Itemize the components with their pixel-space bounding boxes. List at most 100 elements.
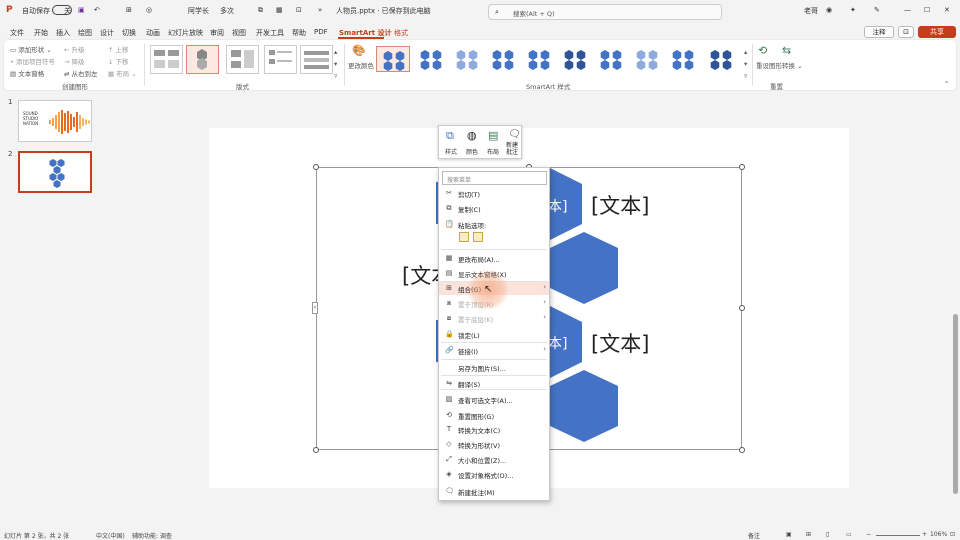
gallery-up-icon[interactable]: ▴ [334,48,337,56]
pen-icon[interactable]: ✎ [874,6,880,14]
right-to-left-button[interactable]: ⇄ 从右到左 [64,68,98,78]
text-pane-button[interactable]: ▤ 文本窗格 [10,68,44,78]
demote-button[interactable]: → 降级 [64,56,85,66]
zoom-out-icon[interactable]: − [866,531,871,538]
zoom-in-icon[interactable]: + [922,531,927,538]
gallery-more-icon[interactable]: ▿ [334,72,337,80]
smartart-style-option[interactable] [666,46,700,72]
styles-down-icon[interactable]: ▾ [744,60,747,68]
context-menu-item[interactable]: ◈ 设置对象格式(O)... [439,467,549,481]
smartart-style-option[interactable] [450,46,484,72]
close-icon[interactable]: ✕ [944,6,950,14]
layout-option-5[interactable] [300,45,333,74]
tab-slideshow[interactable]: 幻灯片放映 [168,28,203,38]
collapse-ribbon-icon[interactable]: ⌃ [944,80,949,88]
add-bullet-button[interactable]: • 添加项目符号 [10,56,55,66]
convert-button[interactable]: 转换 ⌄ [782,60,803,70]
shape-icon[interactable]: ◎ [146,6,152,14]
layout-button[interactable]: ▦ 布局 ⌄ [108,68,137,78]
mini-layout-button[interactable]: 布局 [487,147,499,156]
draw-label[interactable]: 多次 [220,6,234,16]
color-icon[interactable]: ◍ [467,129,477,142]
paste-picture-icon[interactable] [473,232,483,242]
layout-option-1[interactable] [150,45,183,74]
smartart-text-right-bottom[interactable]: [文本] [591,328,649,358]
gallery-down-icon[interactable]: ▾ [334,60,337,68]
smartart-style-option[interactable] [486,46,520,72]
tab-draw[interactable]: 绘图 [78,28,92,38]
tab-review[interactable]: 审阅 [210,28,224,38]
qa-icon-a[interactable]: ⧉ [258,6,263,15]
menu-search-input[interactable]: 搜索菜单 [442,171,547,185]
minimize-icon[interactable]: — [904,6,911,14]
maximize-icon[interactable]: ☐ [924,6,930,14]
scrollbar-thumb[interactable] [953,314,958,494]
styles-more-icon[interactable]: ▿ [744,72,747,80]
fit-slide-icon[interactable]: ⊡ [950,531,955,538]
new-icon[interactable]: ⊞ [126,6,132,14]
tab-format[interactable]: 格式 [394,28,408,38]
vertical-scrollbar[interactable] [952,100,958,520]
present-label[interactable]: 阿学长 [188,6,209,16]
tab-file[interactable]: 文件 [10,28,24,38]
smartart-style-option[interactable] [376,46,410,72]
layout-icon[interactable]: ▤ [488,129,498,142]
tab-developer[interactable]: 开发工具 [256,28,284,38]
context-menu-item[interactable]: ⇋ 翻译(S) [439,376,549,390]
context-menu-item[interactable]: ⧉ 复制(C) [439,201,549,215]
slideshow-icon[interactable]: ▭ [846,531,852,538]
context-menu-item[interactable]: 另存为图片(S)... [439,360,549,374]
zoom-slider[interactable] [876,535,920,536]
context-menu-item[interactable]: ⧇ 置于底层(K) › [439,311,549,325]
style-icon[interactable]: ⧉ [446,129,454,143]
accessibility-status[interactable]: 辅助功能: 调查 [132,531,172,540]
smartart-text-right-top[interactable]: [文本] [591,190,649,220]
context-menu-item[interactable]: 📋 粘贴选项: [439,217,549,231]
paste-keep-format-icon[interactable] [459,232,469,242]
tab-design[interactable]: 设计 [100,28,114,38]
reading-view-icon[interactable]: ▯ [826,531,829,538]
resize-handle[interactable] [313,447,319,453]
tab-transitions[interactable]: 切换 [122,28,136,38]
promote-button[interactable]: ← 升级 [64,44,85,54]
mini-color-button[interactable]: 颜色 [466,147,478,156]
resize-handle[interactable] [739,305,745,311]
layout-option-hexagon[interactable] [186,45,219,74]
context-menu-item[interactable]: 🔗 链接(I) › [439,343,549,357]
context-menu-item[interactable]: ✂ 剪切(T) [439,186,549,200]
slide-thumbnail-1[interactable]: SOUND STUDIO NATION [18,100,92,142]
move-up-button[interactable]: ↑ 上移 [108,44,129,54]
smartart-style-option[interactable] [630,46,664,72]
tab-view[interactable]: 视图 [232,28,246,38]
share-button[interactable]: 共享 [918,26,956,38]
search-box[interactable]: ⌕ 搜索(Alt + Q) [488,4,722,20]
new-comment-icon[interactable]: 🗨 [508,129,521,140]
resize-handle[interactable] [739,447,745,453]
smartart-style-option[interactable] [558,46,592,72]
comment-button[interactable]: 注释 [864,26,894,38]
smartart-style-option[interactable] [704,46,738,72]
avatar[interactable]: ◉ [826,6,832,14]
tab-pdf[interactable]: PDF [314,28,328,36]
text-pane-toggle[interactable]: ‹ [312,302,318,314]
resize-handle[interactable] [313,164,319,170]
qa-icon-b[interactable]: ▦ [276,6,283,14]
user-name[interactable]: 老哥 [804,6,818,16]
lightbulb-icon[interactable]: ✦ [850,6,856,14]
add-shape-button[interactable]: ▭ 添加形状 ⌄ [10,44,52,54]
resize-handle[interactable] [739,164,745,170]
undo-icon[interactable]: ↶ [94,6,100,14]
tab-animations[interactable]: 动画 [146,28,160,38]
qa-icon-c[interactable]: ⊡ [296,6,302,14]
layout-option-3[interactable] [226,45,259,74]
mini-style-button[interactable]: 样式 [445,147,457,156]
slide-thumbnail-2[interactable] [18,151,92,193]
save-icon[interactable]: ▣ [78,6,85,14]
mini-new-comment-button[interactable]: 新建批注 [506,142,520,156]
record-button[interactable]: ⊡ [898,26,914,38]
smartart-style-option[interactable] [414,46,448,72]
context-menu-item[interactable]: 🗨 新建批注(M) [439,484,549,498]
smartart-style-option[interactable] [594,46,628,72]
context-menu-item[interactable]: ▦ 更改布局(A)... [439,251,549,265]
notes-button[interactable]: 备注 [748,531,760,540]
